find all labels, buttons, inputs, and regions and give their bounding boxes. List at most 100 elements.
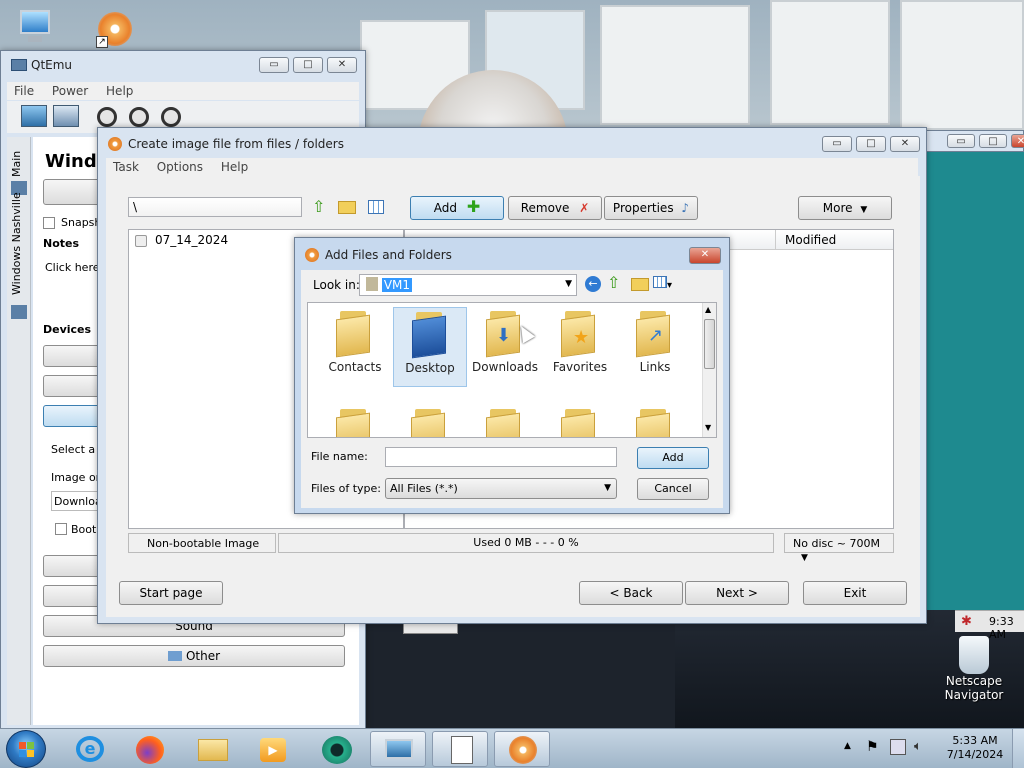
qtemu-taskbar-button[interactable]	[370, 731, 426, 767]
look-in-select[interactable]: VM1 ▼	[359, 274, 577, 296]
minimize-button[interactable]: ▭	[259, 57, 289, 73]
monitor-icon[interactable]	[21, 105, 47, 127]
device-button[interactable]	[43, 375, 103, 397]
maximize-button[interactable]: □	[856, 136, 886, 152]
menu-power[interactable]: Power	[45, 82, 95, 100]
disc-size-select[interactable]: No disc ~ 700M ▼	[784, 533, 894, 563]
menu-options[interactable]: Options	[150, 158, 210, 176]
dialog-add-button[interactable]: Add	[637, 447, 709, 469]
show-hidden-icons[interactable]: ▲	[844, 741, 851, 751]
qtemu-app-icon	[11, 59, 27, 71]
cd-image-taskbar-button[interactable]	[494, 731, 550, 767]
computer-icon[interactable]	[14, 8, 58, 48]
cd-icon	[108, 137, 122, 151]
maximize-button[interactable]: □	[293, 57, 323, 73]
folder-desktop[interactable]: Desktop	[393, 307, 467, 387]
media-player-taskbar-button[interactable]: ▶	[244, 731, 300, 767]
file-name-input[interactable]	[385, 447, 617, 467]
menu-file[interactable]: File	[7, 82, 41, 100]
properties-button[interactable]: Properties ♪	[604, 196, 698, 220]
back-nav-icon[interactable]: ←	[585, 276, 601, 292]
boot-checkbox[interactable]	[55, 523, 67, 535]
menu-help[interactable]: Help	[99, 82, 140, 100]
start-vm-button[interactable]	[43, 179, 103, 205]
vertical-scrollbar[interactable]: ▲ ▼	[702, 303, 716, 437]
folder-links[interactable]: ↗ Links	[618, 307, 692, 387]
folder-item[interactable]	[543, 405, 617, 437]
netscape-desktop-icon[interactable]: Netscape Navigator	[936, 636, 1012, 702]
pause-icon[interactable]	[129, 107, 149, 127]
snapshot-checkbox[interactable]	[43, 217, 55, 229]
tree-item[interactable]: 07_14_2024	[155, 233, 228, 247]
folder-item[interactable]	[618, 405, 692, 437]
folder-item[interactable]	[468, 405, 542, 437]
next-button[interactable]: Next >	[685, 581, 789, 605]
dialog-cancel-button[interactable]: Cancel	[637, 478, 709, 500]
clock[interactable]: 5:33 AM 7/14/2024	[944, 734, 1006, 762]
view-icon[interactable]	[368, 200, 384, 214]
close-button[interactable]: ✕	[327, 57, 357, 73]
tab-windows-nashville[interactable]: Windows Nashville	[10, 192, 23, 295]
look-in-value: VM1	[381, 278, 413, 292]
close-button[interactable]: ✕	[689, 247, 721, 264]
scroll-thumb[interactable]	[704, 319, 715, 369]
cd-shortcut-icon[interactable]: ↗	[96, 10, 136, 50]
flag-icon[interactable]: ⚑	[866, 739, 880, 755]
snapshot-label: Snapsh	[61, 216, 102, 229]
document-taskbar-button[interactable]	[432, 731, 488, 767]
more-button[interactable]: More ▼	[798, 196, 892, 220]
bg-window-status: ✱ 9:33 AM	[955, 610, 1024, 641]
remove-button[interactable]: Remove ✗	[508, 196, 602, 220]
firefox-taskbar-button[interactable]	[122, 731, 178, 767]
scroll-up-icon[interactable]: ▲	[705, 305, 711, 314]
open-folder-icon[interactable]	[338, 201, 356, 214]
folder-item[interactable]	[318, 405, 392, 437]
image-text: Image or	[51, 471, 101, 484]
reset-icon[interactable]	[161, 107, 181, 127]
device-button[interactable]	[43, 555, 103, 577]
close-button[interactable]: ✕	[890, 136, 920, 152]
up-folder-icon[interactable]: ⇧	[312, 199, 328, 215]
close-button[interactable]: ✕	[1011, 134, 1024, 148]
new-folder-icon[interactable]	[631, 278, 649, 291]
device-button[interactable]	[43, 345, 103, 367]
properties-label: Properties	[612, 201, 674, 215]
start-button[interactable]	[6, 730, 46, 768]
volume-muted-icon[interactable]: 🔈︎	[914, 739, 930, 755]
printer-icon[interactable]	[53, 105, 79, 127]
folder-downloads[interactable]: ⬇ Downloads	[468, 307, 542, 387]
menu-task[interactable]: Task	[106, 158, 146, 176]
device-button-selected[interactable]	[43, 405, 103, 427]
scroll-down-icon[interactable]: ▼	[705, 423, 711, 432]
ie-taskbar-button[interactable]: e	[62, 731, 118, 767]
files-of-type-select[interactable]: All Files (*.*) ▼	[385, 478, 617, 499]
back-button[interactable]: < Back	[579, 581, 683, 605]
folder-label: Contacts	[328, 360, 382, 374]
other-button[interactable]: Other	[43, 645, 345, 667]
tab-main[interactable]: Main	[10, 151, 23, 177]
minimize-button[interactable]: ▭	[822, 136, 852, 152]
up-folder-icon[interactable]: ⇧	[607, 274, 625, 292]
path-field[interactable]: \	[128, 197, 302, 217]
folder-favorites[interactable]: ★ Favorites	[543, 307, 617, 387]
show-desktop-button[interactable]	[1012, 729, 1024, 768]
add-button[interactable]: Add ✚	[410, 196, 504, 220]
folder-contacts[interactable]: Contacts	[318, 307, 392, 387]
folder-item[interactable]	[393, 405, 467, 437]
image-path-field[interactable]: Downloads	[51, 491, 101, 511]
plus-icon: ✚	[466, 197, 481, 216]
column-modified[interactable]: Modified	[785, 233, 836, 247]
explorer-taskbar-button[interactable]	[184, 731, 240, 767]
menu-help[interactable]: Help	[214, 158, 255, 176]
view-menu-icon[interactable]: ▾	[653, 276, 679, 292]
power-icon[interactable]	[97, 107, 117, 127]
devices-label: Devices	[43, 323, 92, 336]
bg-window-pane	[600, 5, 750, 125]
app-taskbar-button[interactable]	[308, 731, 364, 767]
device-button[interactable]	[43, 585, 103, 607]
maximize-button[interactable]: □	[979, 134, 1007, 148]
minimize-button[interactable]: ▭	[947, 134, 975, 148]
start-page-button[interactable]: Start page	[119, 581, 223, 605]
exit-button[interactable]: Exit	[803, 581, 907, 605]
network-icon[interactable]	[890, 739, 906, 755]
